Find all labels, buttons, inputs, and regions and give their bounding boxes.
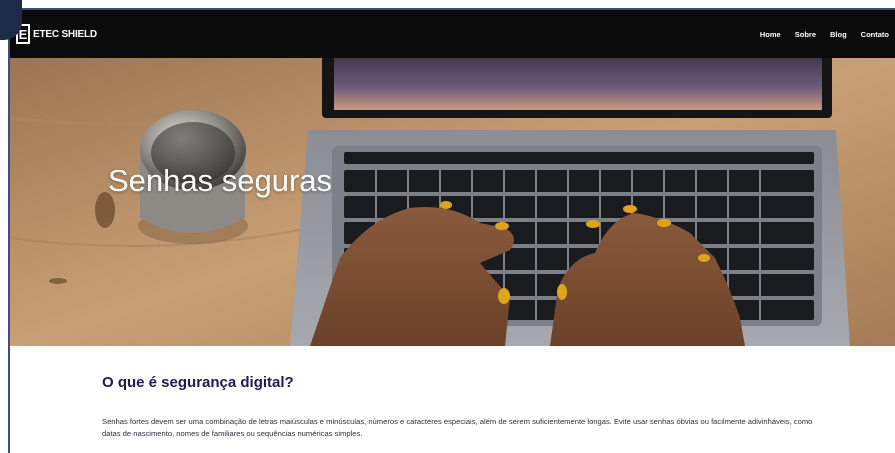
hero-photo	[10, 58, 895, 346]
nav-link-sobre[interactable]: Sobre	[795, 30, 816, 39]
content-section: O que é segurança digital? Senhas fortes…	[10, 346, 895, 453]
brand-name: ETEC SHIELD	[33, 28, 97, 40]
nav-link-home[interactable]: Home	[760, 30, 781, 39]
navbar: E ETEC SHIELD Home Sobre Blog Contato	[10, 10, 895, 58]
nav-link-contato[interactable]: Contato	[861, 30, 889, 39]
main-nav: Home Sobre Blog Contato	[760, 30, 889, 39]
hero-title: Senhas seguras	[108, 163, 333, 198]
section-body: Senhas fortes devem ser uma combinação d…	[102, 417, 813, 438]
browser-frame: E ETEC SHIELD Home Sobre Blog Contato Se…	[8, 8, 895, 453]
hero-banner: Senhas seguras	[10, 58, 895, 346]
section-title: O que é segurança digital?	[102, 374, 294, 391]
nav-link-blog[interactable]: Blog	[830, 30, 847, 39]
brand-logo[interactable]: E ETEC SHIELD	[16, 24, 97, 44]
